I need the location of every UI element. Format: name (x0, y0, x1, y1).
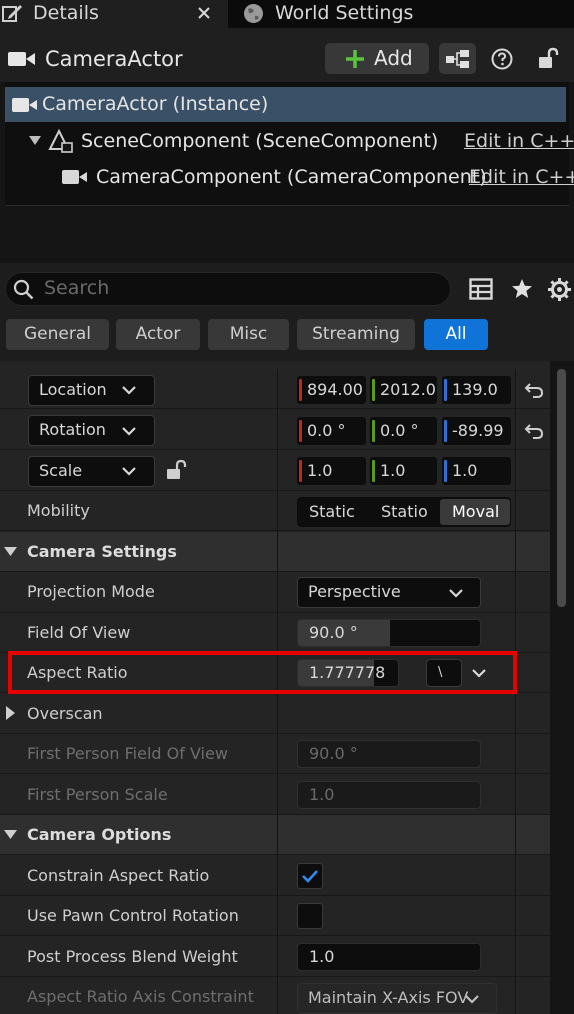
constrain-aspect-label: Constrain Aspect Ratio (27, 866, 210, 885)
blueprint-icon (445, 49, 471, 69)
highlight-annotation-box (8, 651, 517, 694)
scene-component-icon (48, 129, 74, 153)
rotation-label: Rotation (39, 420, 106, 439)
lock-open-icon[interactable] (166, 459, 188, 481)
tree-item-camera-label: CameraComponent (CameraComponent) (96, 166, 487, 188)
axis-constraint-value: Maintain X-Axis FOV (308, 988, 469, 1007)
expand-right-icon[interactable] (6, 706, 15, 720)
chevron-down-icon (121, 426, 137, 436)
reset-arrow-icon[interactable] (524, 422, 544, 440)
first-person-fov-label: First Person Field Of View (27, 744, 228, 763)
add-button-label: Add (374, 46, 413, 70)
tab-world-label: World Settings (275, 2, 414, 24)
pawn-control-checkbox[interactable] (297, 903, 323, 929)
camera-options-title: Camera Options (27, 825, 172, 844)
projection-mode-label: Projection Mode (27, 582, 155, 601)
close-tab-icon[interactable] (197, 6, 211, 20)
details-icon (1, 2, 23, 24)
overscan-label: Overscan (27, 704, 103, 723)
lock-open-icon[interactable] (537, 46, 561, 70)
settings-gear-icon[interactable] (547, 277, 572, 302)
location-z-field[interactable]: 139.0 (442, 376, 511, 404)
plus-icon (345, 49, 365, 69)
blend-weight-label: Post Process Blend Weight (27, 947, 238, 966)
reset-arrow-icon[interactable] (524, 381, 544, 399)
chevron-down-icon (448, 588, 464, 598)
star-icon[interactable] (511, 278, 533, 300)
scale-x-field[interactable]: 1.0 (297, 457, 366, 485)
mobility-static[interactable]: Static (309, 502, 355, 522)
location-x-field[interactable]: 894.00 (297, 376, 366, 404)
pawn-control-label: Use Pawn Control Rotation (27, 906, 239, 925)
chevron-down-icon (121, 385, 137, 395)
scale-label: Scale (39, 461, 83, 480)
expand-down-icon (4, 830, 17, 839)
camera-icon (12, 97, 38, 113)
blend-weight-field[interactable]: 1.0 (297, 943, 481, 971)
actor-name: CameraActor (45, 47, 183, 71)
edit-in-cpp-link[interactable]: Edit in C++ (464, 127, 574, 155)
chevron-down-icon (121, 466, 137, 476)
edit-in-cpp-link[interactable]: Edit in C++ (469, 163, 574, 191)
field-of-view-label: Field Of View (27, 623, 131, 642)
filter-actor[interactable]: Actor (116, 319, 200, 350)
globe-icon (243, 3, 264, 24)
projection-mode-value: Perspective (308, 582, 401, 601)
search-icon (13, 279, 34, 300)
chevron-down-icon (464, 994, 480, 1004)
location-label: Location (39, 380, 107, 399)
mobility-movable: Moval (452, 502, 500, 521)
location-y-field[interactable]: 2012.0 (370, 376, 437, 404)
expand-down-icon (4, 547, 17, 556)
scale-y-field[interactable]: 1.0 (370, 457, 437, 485)
camera-icon (62, 169, 88, 185)
filter-misc[interactable]: Misc (208, 319, 289, 350)
tab-details-label: Details (33, 2, 99, 24)
filter-streaming[interactable]: Streaming (297, 319, 415, 350)
tree-item-root-label: CameraActor (Instance) (42, 93, 269, 115)
rotation-z-field[interactable]: -89.99 (442, 417, 511, 445)
filter-all[interactable]: All (424, 319, 488, 350)
checkmark-icon (301, 868, 319, 884)
camera-icon (8, 50, 36, 68)
mobility-label: Mobility (27, 501, 90, 520)
tree-item-scene-label: SceneComponent (SceneComponent) (81, 130, 439, 152)
search-placeholder: Search (44, 277, 110, 299)
first-person-scale-label: First Person Scale (27, 785, 168, 804)
expand-down-icon[interactable] (29, 136, 41, 145)
panel-gap (0, 207, 574, 263)
scale-z-field[interactable]: 1.0 (442, 457, 511, 485)
help-icon[interactable] (491, 48, 513, 70)
rotation-x-field[interactable]: 0.0 ° (297, 417, 366, 445)
axis-constraint-label: Aspect Ratio Axis Constraint (27, 987, 254, 1006)
scrollbar-thumb[interactable] (557, 369, 566, 607)
camera-settings-title: Camera Settings (27, 542, 177, 561)
rotation-y-field[interactable]: 0.0 ° (370, 417, 437, 445)
mobility-stationary[interactable]: Statio (381, 502, 428, 522)
table-view-icon[interactable] (469, 278, 493, 300)
field-of-view-slider[interactable]: 90.0 ° (297, 619, 481, 647)
filter-general[interactable]: General (6, 319, 109, 350)
first-person-fov-field: 90.0 ° (297, 740, 481, 768)
first-person-scale-field: 1.0 (297, 781, 481, 809)
